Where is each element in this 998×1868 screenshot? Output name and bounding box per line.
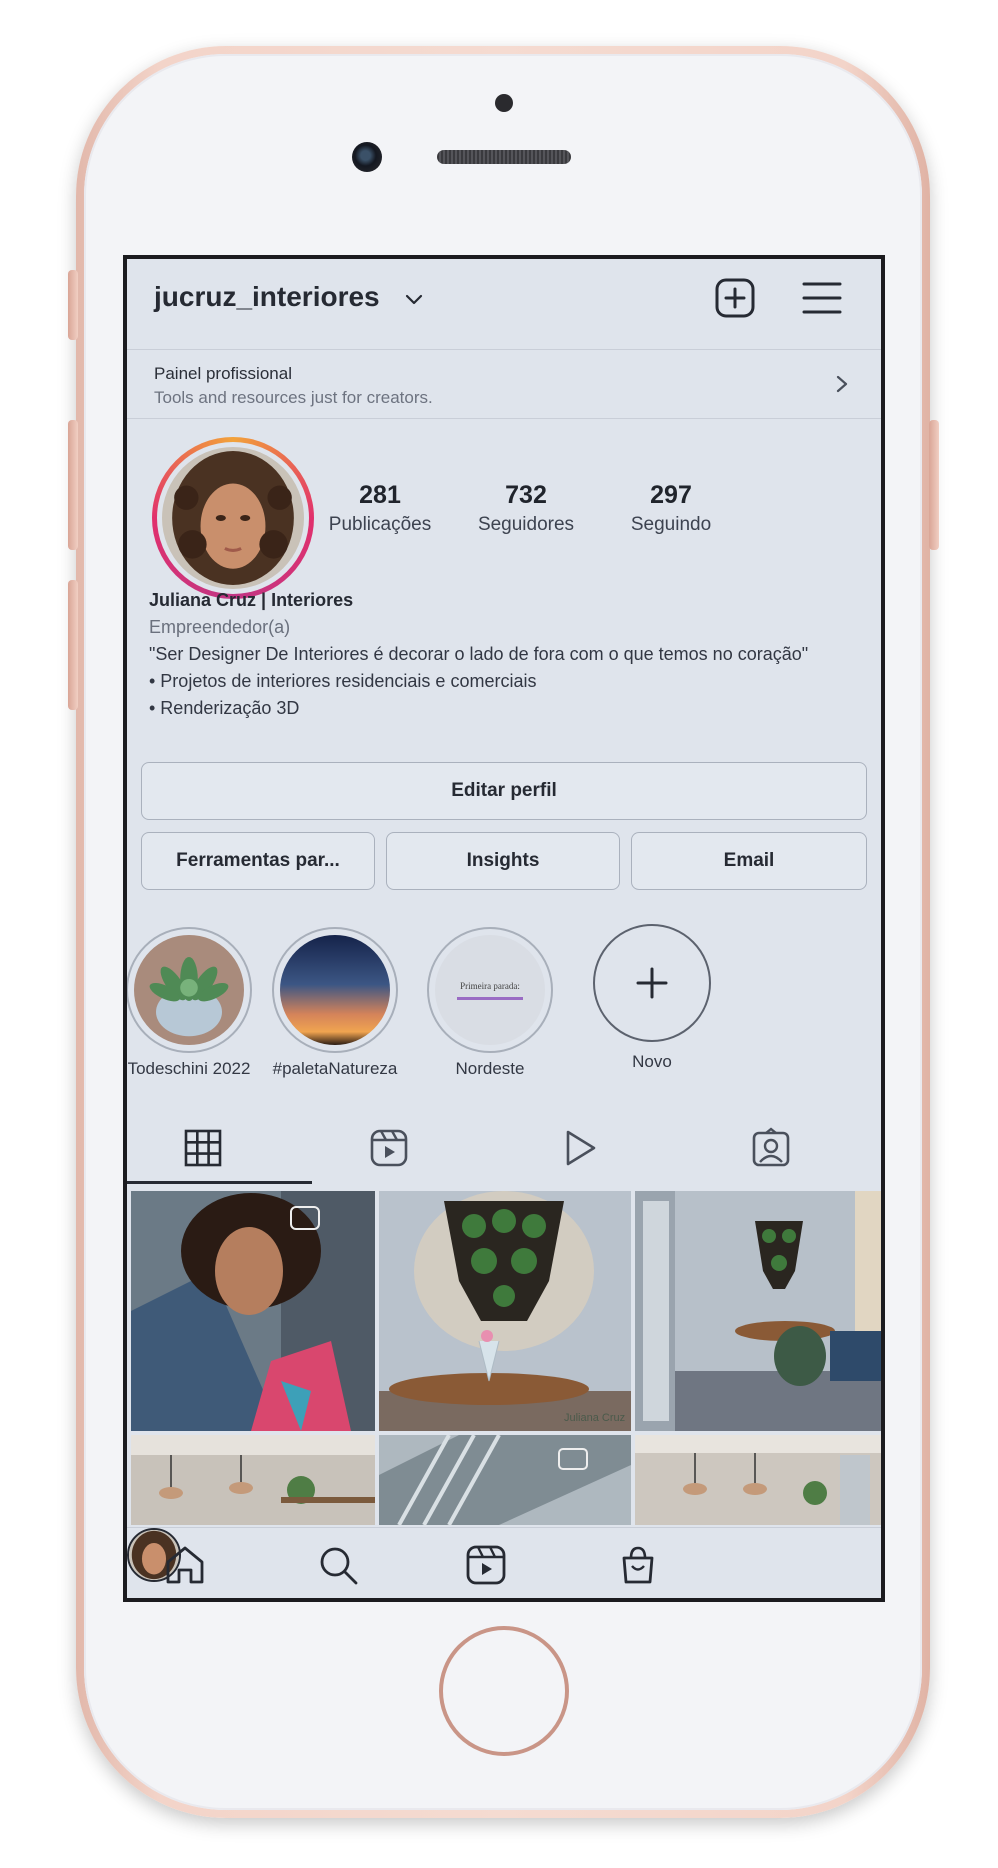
- chevron-down-icon[interactable]: [402, 287, 426, 311]
- username-switcher[interactable]: jucruz_interiores: [154, 281, 380, 313]
- highlight-label: #paletaNatureza: [272, 1059, 398, 1078]
- post-thumbnail[interactable]: [635, 1191, 881, 1431]
- post-image-kitchen-2: [635, 1435, 881, 1525]
- highlight-todeschini[interactable]: Todeschini 2022: [127, 927, 259, 1079]
- shop-icon[interactable]: [615, 1542, 661, 1588]
- plus-icon: [636, 967, 668, 999]
- highlight-paleta-natureza[interactable]: #paletaNatureza: [265, 927, 405, 1079]
- posts-stat[interactable]: 281 Publicações: [305, 481, 455, 536]
- sunset-image: [280, 935, 390, 1045]
- reels-icon[interactable]: [463, 1542, 509, 1588]
- post-image-panther-wall: Juliana Cruz: [379, 1191, 631, 1431]
- bio-bullet-projects: • Projetos de interiores residenciais e …: [149, 671, 537, 691]
- following-stat[interactable]: 297 Seguindo: [596, 481, 746, 536]
- display-name: Juliana Cruz | Interiores: [149, 590, 354, 610]
- active-tab-indicator: [127, 1181, 312, 1184]
- proximity-sensor: [495, 94, 513, 112]
- highlight-cover-text: Primeira parada:: [460, 980, 520, 991]
- succulent-image: [134, 935, 244, 1045]
- post-thumbnail[interactable]: Juliana Cruz: [379, 1191, 631, 1431]
- profile-tabs: [127, 1114, 881, 1184]
- post-thumbnail[interactable]: [131, 1191, 375, 1431]
- pro-panel-subtitle: Tools and resources just for creators.: [154, 388, 433, 407]
- post-image-dining: [635, 1191, 881, 1431]
- pro-panel-title: Painel profissional: [154, 364, 292, 383]
- tagged-icon[interactable]: [749, 1126, 793, 1170]
- followers-label: Seguidores: [477, 514, 575, 535]
- insights-button[interactable]: Insights: [386, 832, 620, 890]
- post-image-kitchen: [131, 1435, 375, 1525]
- phone-screen: jucruz_interiores Painel profissional To…: [123, 255, 885, 1602]
- new-highlight-button[interactable]: Novo: [582, 924, 722, 1072]
- earpiece-speaker: [437, 150, 571, 164]
- highlight-label: Novo: [632, 1052, 672, 1071]
- home-icon[interactable]: [162, 1542, 208, 1588]
- video-icon[interactable]: [557, 1126, 601, 1170]
- cover-line: [457, 996, 523, 1000]
- mute-switch: [68, 270, 78, 340]
- post-image-portrait: [131, 1191, 375, 1431]
- search-icon[interactable]: [315, 1542, 361, 1588]
- post-thumbnail[interactable]: [379, 1435, 631, 1525]
- post-watermark: Juliana Cruz: [564, 1412, 625, 1424]
- professional-dashboard-link[interactable]: Painel profissional Tools and resources …: [127, 349, 881, 419]
- highlight-label: Todeschini 2022: [127, 1059, 251, 1078]
- email-button[interactable]: Email: [631, 832, 867, 890]
- power-button: [929, 420, 939, 550]
- following-count: 297: [650, 481, 692, 509]
- post-thumbnail[interactable]: [131, 1435, 375, 1525]
- profile-bio: Juliana Cruz | Interiores Empreendedor(a…: [149, 587, 849, 722]
- instagram-profile: jucruz_interiores Painel profissional To…: [127, 259, 881, 1598]
- profile-avatar[interactable]: [152, 437, 314, 599]
- bio-quote: "Ser Designer De Interiores é decorar o …: [149, 644, 809, 664]
- volume-up-button: [68, 420, 78, 550]
- bottom-navigation: [127, 1527, 881, 1598]
- volume-down-button: [68, 580, 78, 710]
- add-post-icon[interactable]: [713, 276, 757, 320]
- chevron-right-icon: [836, 375, 848, 393]
- home-button[interactable]: [439, 1626, 569, 1756]
- avatar-photo: [162, 447, 304, 589]
- reels-icon[interactable]: [367, 1126, 411, 1170]
- followers-stat[interactable]: 732 Seguidores: [451, 481, 601, 536]
- following-label: Seguindo: [630, 514, 712, 535]
- bio-bullet-render: • Renderização 3D: [149, 698, 300, 718]
- grid-icon[interactable]: [181, 1126, 225, 1170]
- posts-count: 281: [359, 481, 401, 509]
- menu-icon[interactable]: [800, 278, 844, 318]
- post-thumbnail[interactable]: [635, 1435, 881, 1525]
- edit-profile-button[interactable]: Editar perfil: [141, 762, 867, 820]
- category-label: Empreendedor(a): [149, 617, 291, 637]
- profile-header: jucruz_interiores: [127, 259, 881, 339]
- highlight-nordeste[interactable]: Primeira parada: Nordeste: [420, 927, 560, 1079]
- post-image-stairs: [379, 1435, 631, 1525]
- posts-label: Publicações: [328, 514, 432, 535]
- front-camera: [352, 142, 382, 172]
- highlight-label: Nordeste: [455, 1059, 525, 1078]
- tools-button[interactable]: Ferramentas par...: [141, 832, 375, 890]
- followers-count: 732: [505, 481, 547, 509]
